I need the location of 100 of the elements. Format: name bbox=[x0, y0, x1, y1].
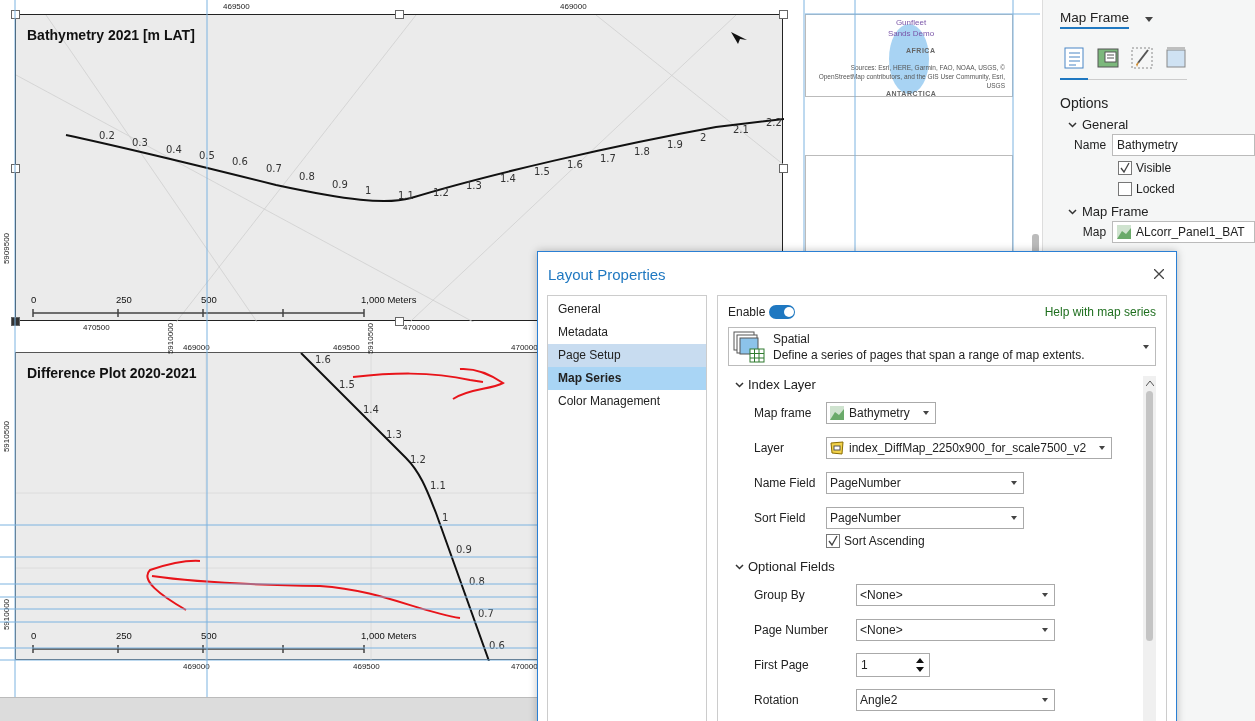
scroll-up-icon[interactable] bbox=[1145, 381, 1154, 386]
north-arrow-icon bbox=[731, 32, 747, 44]
selection-handle[interactable] bbox=[11, 317, 20, 326]
text-field[interactable]: Bathymetry bbox=[1112, 134, 1255, 156]
contour-label: 1.1 bbox=[430, 480, 446, 491]
grid-coordinate-label: 5910500 bbox=[366, 322, 376, 355]
field-value: 1 bbox=[861, 657, 868, 672]
checkbox[interactable] bbox=[1118, 181, 1132, 196]
nav-item[interactable]: Metadata bbox=[548, 321, 706, 344]
grid-coordinate-label: 5909500 bbox=[2, 232, 12, 265]
map-icon bbox=[1117, 225, 1132, 239]
contour-label: 0.9 bbox=[456, 544, 472, 555]
dropdown[interactable]: PageNumber bbox=[826, 471, 1024, 494]
contour-label: 0.5 bbox=[199, 150, 215, 161]
series-type-title: Spatial bbox=[773, 330, 811, 347]
grid-coordinate-label: 470500 bbox=[83, 323, 110, 332]
grid-coordinate-label: 5910500 bbox=[2, 420, 12, 453]
caret-icon bbox=[1011, 480, 1017, 485]
pane-title[interactable]: Map Frame bbox=[1060, 10, 1130, 29]
scale-label: 250 bbox=[116, 630, 132, 641]
caret-icon bbox=[1042, 697, 1048, 702]
checkbox[interactable] bbox=[826, 534, 840, 548]
selection-handle[interactable] bbox=[395, 317, 404, 326]
series-type-dropdown[interactable]: Spatial Define a series of pages that span a range of map extents. bbox=[728, 327, 1156, 366]
checkbox-label[interactable]: Locked bbox=[1136, 181, 1175, 196]
nav-item[interactable]: Map Series bbox=[548, 367, 706, 390]
checkbox[interactable] bbox=[1118, 160, 1132, 175]
grid-coordinate-label: 469500 bbox=[333, 343, 360, 352]
checkbox-label[interactable]: Visible bbox=[1136, 160, 1172, 175]
grid-coordinate-label: 469000 bbox=[183, 662, 210, 671]
chevron-icon[interactable] bbox=[1068, 207, 1077, 216]
spinner-arrows-icon[interactable] bbox=[916, 657, 924, 672]
contour-label: 0.3 bbox=[132, 137, 148, 148]
scale-label: 0 bbox=[31, 630, 37, 641]
scale-label: 1,000 Meters bbox=[361, 630, 417, 641]
field-value: Bathymetry bbox=[1117, 138, 1178, 152]
contour-label: 1.2 bbox=[410, 454, 426, 465]
nav-item[interactable]: Color Management bbox=[548, 390, 706, 413]
selection-handle[interactable] bbox=[11, 10, 20, 19]
scrollbar[interactable] bbox=[1143, 376, 1156, 721]
enable-toggle[interactable] bbox=[769, 305, 796, 319]
contour-label: 1.3 bbox=[386, 429, 402, 440]
contour-label: 0.2 bbox=[99, 130, 115, 141]
scale-label: 250 bbox=[116, 294, 132, 305]
nav-item[interactable]: Page Setup bbox=[548, 344, 706, 367]
number-spinner[interactable]: 1 bbox=[856, 652, 930, 677]
dropdown[interactable]: index_DiffMap_2250x900_for_scale7500_v2 bbox=[826, 436, 1113, 459]
grid-coordinate-label: 469000 bbox=[183, 343, 210, 352]
grid-coordinate-label: 469500 bbox=[223, 2, 250, 11]
field-value: Bathymetry bbox=[849, 405, 910, 420]
selection-handle[interactable] bbox=[395, 10, 404, 19]
contour-label: 1.8 bbox=[634, 146, 650, 157]
contour-label: 1.9 bbox=[667, 139, 683, 150]
selection-handle[interactable] bbox=[779, 10, 788, 19]
grid-coordinate-label: 469000 bbox=[560, 2, 587, 11]
field-value: PageNumber bbox=[830, 510, 901, 525]
toggle-label: Enable bbox=[728, 305, 766, 319]
grid-coordinate-label: 469500 bbox=[353, 662, 380, 671]
chevron-icon[interactable] bbox=[735, 562, 744, 571]
dropdown[interactable]: <None> bbox=[856, 583, 1055, 606]
dropdown[interactable]: Bathymetry bbox=[826, 401, 936, 424]
contour-label: 0.9 bbox=[332, 179, 348, 190]
contour-label: 2.1 bbox=[733, 124, 749, 135]
nav-item[interactable]: General bbox=[548, 298, 706, 321]
selection-handle[interactable] bbox=[11, 163, 20, 173]
selection-handle[interactable] bbox=[779, 163, 788, 173]
chevron-icon[interactable] bbox=[735, 380, 744, 389]
close-icon[interactable] bbox=[1154, 269, 1164, 279]
field-label: Layer bbox=[754, 440, 786, 455]
checkbox-label[interactable]: Sort Ascending bbox=[844, 534, 925, 548]
section-title[interactable]: General bbox=[1082, 117, 1129, 132]
contour-label: 1.6 bbox=[567, 159, 583, 170]
dropdown[interactable]: Angle2 bbox=[856, 688, 1055, 711]
text-field[interactable]: ALcorr_Panel1_BAT bbox=[1112, 221, 1255, 243]
contour-label: 0.7 bbox=[266, 163, 282, 174]
grid-coordinate-label: 470000 bbox=[511, 343, 538, 352]
grid-coordinate-label: 470000 bbox=[403, 323, 430, 332]
field-label: First Page bbox=[754, 657, 810, 672]
grid-coordinate-label: 5910000 bbox=[166, 322, 176, 355]
dropdown[interactable]: PageNumber bbox=[826, 506, 1024, 529]
caret-icon bbox=[922, 410, 929, 415]
dropdown[interactable]: <None> bbox=[856, 618, 1055, 641]
caret-icon bbox=[1099, 445, 1106, 450]
field-label: Name bbox=[1073, 138, 1108, 152]
help-link[interactable]: Help with map series bbox=[1044, 305, 1156, 319]
field-value: PageNumber bbox=[830, 475, 901, 490]
contour-label: 2 bbox=[700, 132, 707, 143]
caret-icon bbox=[1042, 627, 1048, 632]
section-title[interactable]: Map Frame bbox=[1082, 204, 1149, 219]
contour-label: 1.3 bbox=[466, 180, 482, 191]
scale-label: 1,000 Meters bbox=[361, 294, 417, 305]
contour-label: 1.5 bbox=[534, 166, 550, 177]
chevron-icon[interactable] bbox=[1068, 120, 1077, 129]
contour-label: 0.6 bbox=[232, 156, 248, 167]
caret-icon[interactable] bbox=[1145, 17, 1154, 22]
scale-label: 0 bbox=[31, 294, 37, 305]
field-value: <None> bbox=[860, 622, 903, 637]
contour-label: 1.7 bbox=[600, 153, 616, 164]
field-value: Angle2 bbox=[860, 692, 898, 707]
section-heading: Options bbox=[1060, 95, 1110, 111]
